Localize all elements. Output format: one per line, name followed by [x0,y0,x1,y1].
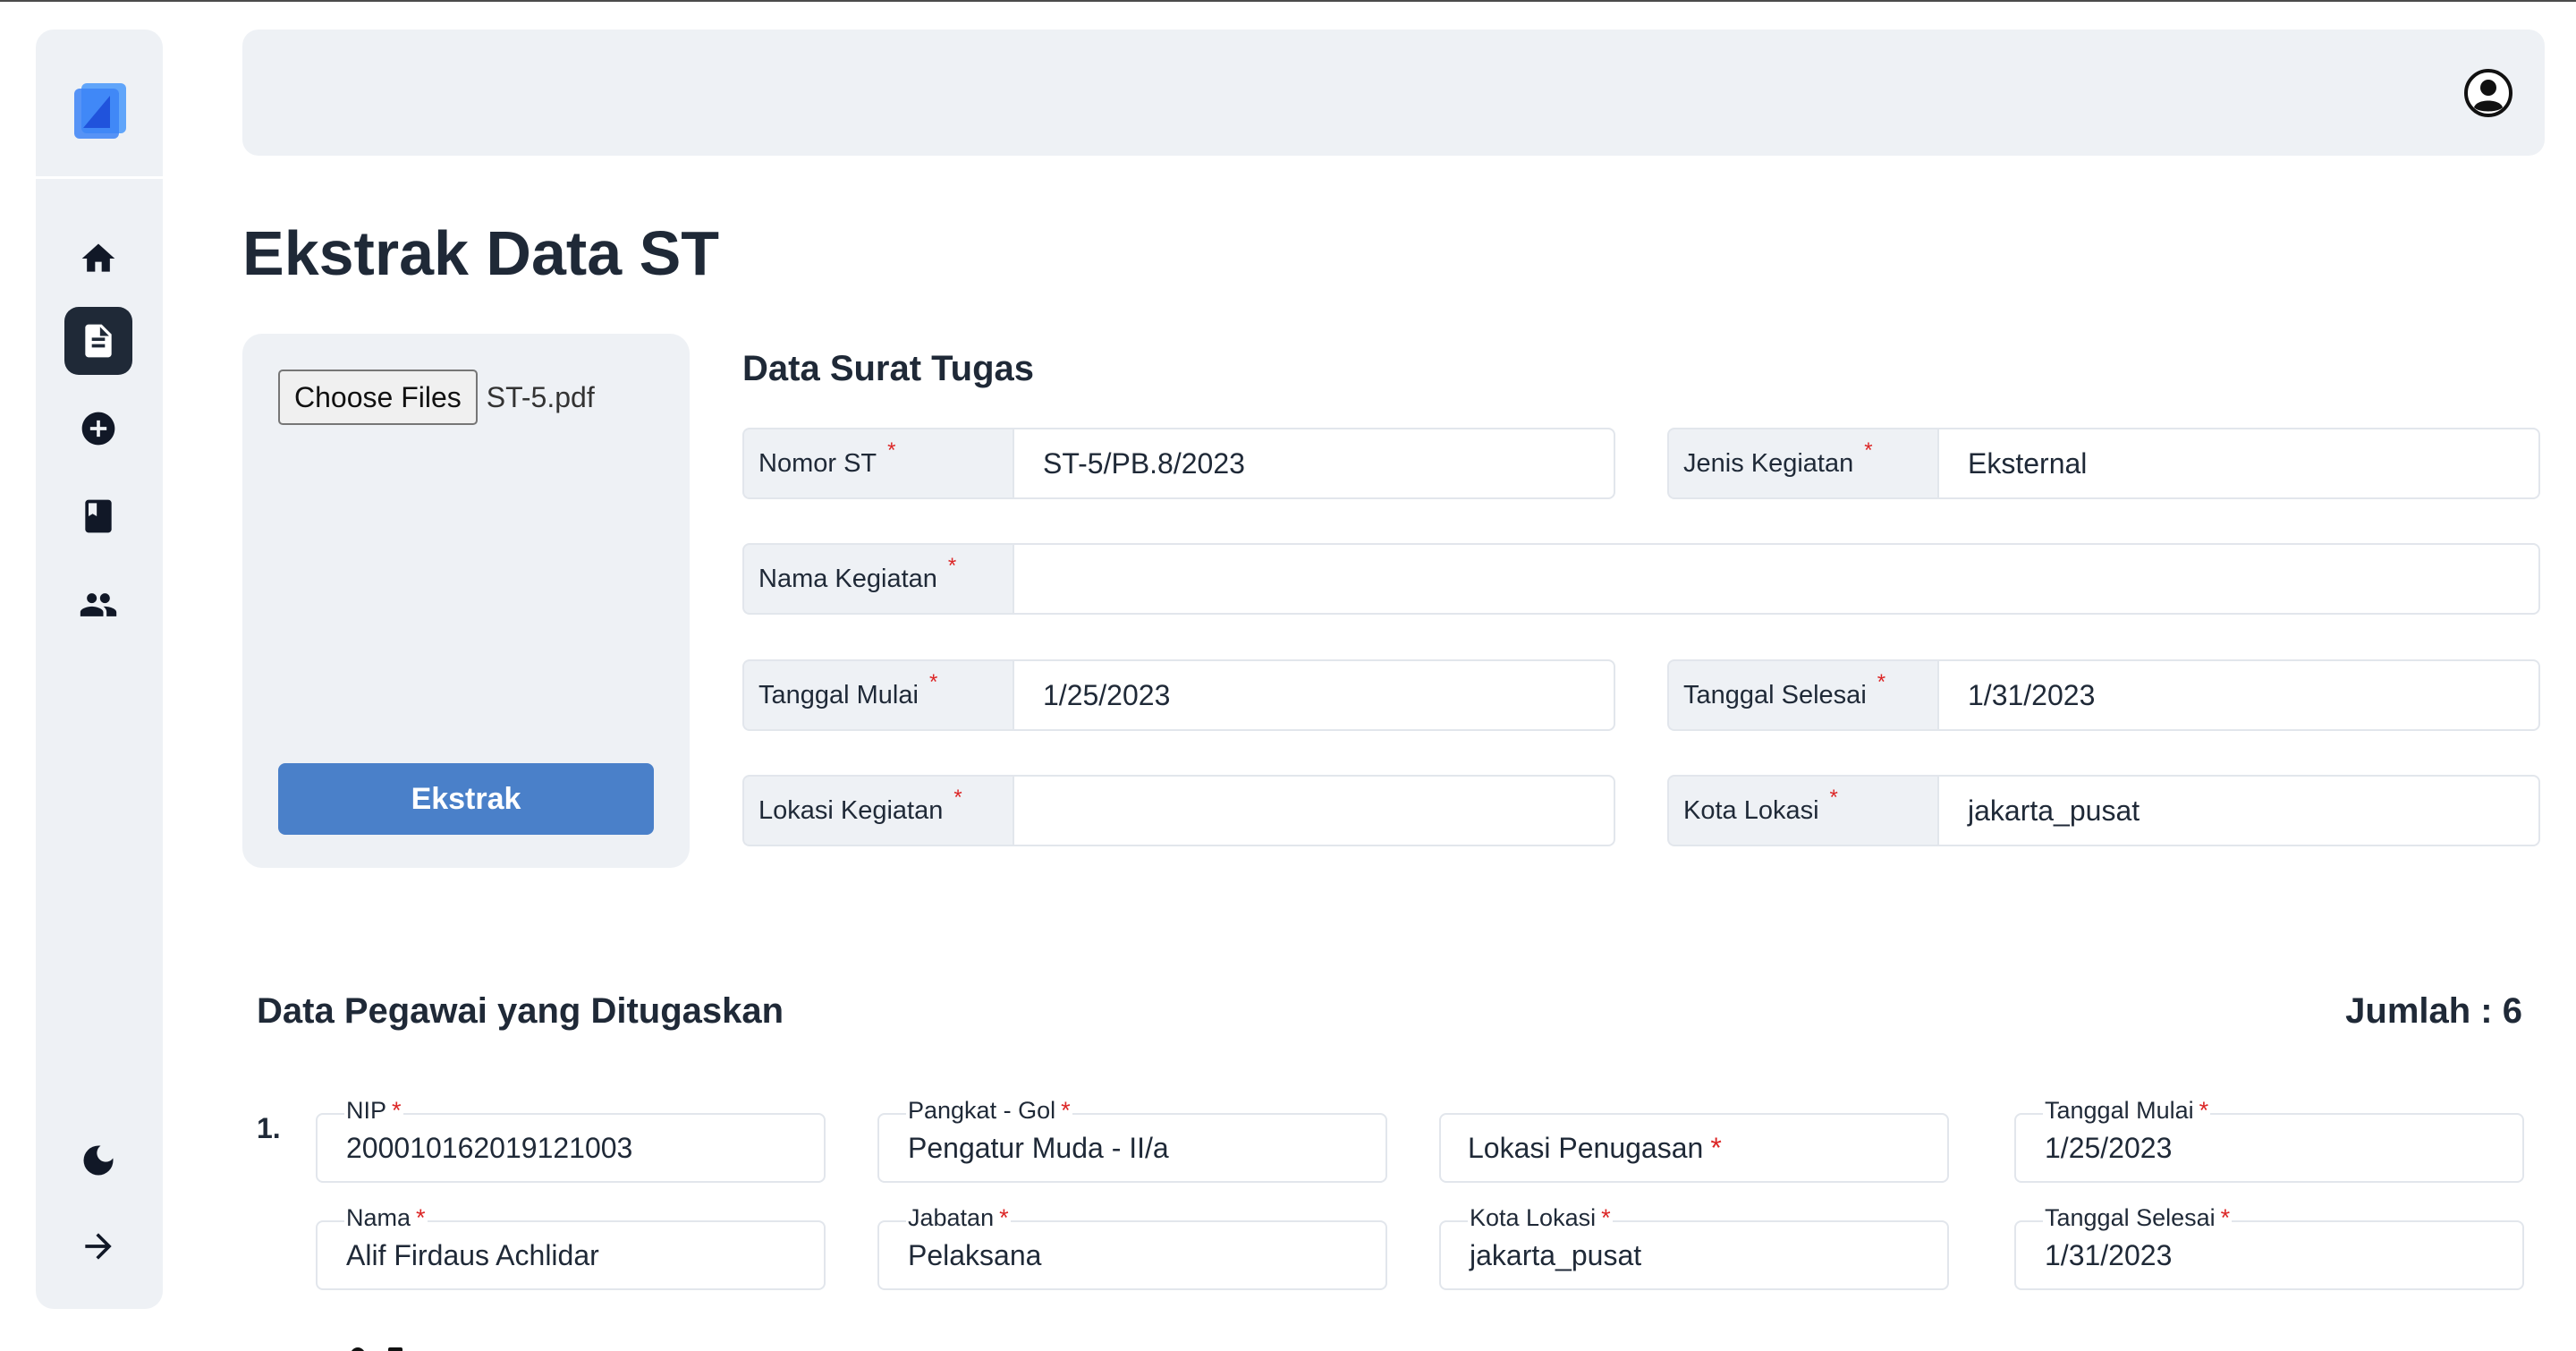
pegawai-count: Jumlah : 6 [2345,991,2522,1031]
lokasi-kegiatan-input[interactable] [1013,775,1615,846]
pangkat-field[interactable]: Pangkat - Gol * Pengatur Muda - II/a [877,1095,1387,1183]
people-icon [80,593,117,616]
required-mark: * [928,670,938,694]
lokasi-penugasan-placeholder: Lokasi Penugasan [1468,1131,1704,1164]
nama-field[interactable]: Nama * Alif Firdaus Achlidar [316,1202,826,1290]
app-logo[interactable] [69,76,131,139]
book-icon [85,499,112,533]
nama-kegiatan-input[interactable] [1013,543,2540,615]
pegawai-kota-lokasi-field[interactable]: Kota Lokasi * jakarta_pusat [1439,1202,1949,1290]
home-icon [81,243,115,272]
file-input[interactable]: Choose Files ST-5.pdf [278,370,595,425]
jenis-kegiatan-field: Jenis Kegiatan * Eksternal [1667,428,2540,499]
tanggal-selesai-label: Tanggal Selesai [1683,680,1867,709]
tanggal-selesai-field: Tanggal Selesai * 1/31/2023 [1667,659,2540,731]
required-mark: * [1710,1131,1722,1164]
pangkat-input[interactable]: Pengatur Muda - II/a [908,1115,1169,1181]
pegawai-kota-lokasi-input[interactable]: jakarta_pusat [1470,1222,1641,1288]
pegawai-title: Data Pegawai yang Ditugaskan [257,991,784,1031]
required-mark: * [953,786,962,810]
pegawai-tanggal-mulai-input[interactable]: 1/25/2023 [2045,1115,2172,1181]
document-icon [85,324,112,358]
sidebar-item-people[interactable] [64,571,132,639]
kota-lokasi-label: Kota Lokasi [1683,795,1819,825]
ekstrak-button[interactable]: Ekstrak [278,763,654,835]
sidebar-expand-button[interactable] [64,1212,132,1280]
lokasi-kegiatan-label: Lokasi Kegiatan [758,795,944,825]
tanggal-mulai-field: Tanggal Mulai * 1/25/2023 [742,659,1615,731]
choose-files-button[interactable]: Choose Files [278,370,478,425]
nomor-st-label: Nomor ST [758,448,877,478]
jabatan-input[interactable]: Pelaksana [908,1222,1041,1288]
sidebar [36,30,163,1309]
required-mark: * [947,554,957,578]
sidebar-item-home[interactable] [64,225,132,293]
lokasi-penugasan-field[interactable]: Lokasi Penugasan * [1439,1113,1949,1183]
tanggal-mulai-input[interactable]: 1/25/2023 [1013,659,1615,731]
required-mark: * [1877,670,1886,694]
logo-area [36,30,163,179]
required-mark: * [1864,438,1873,463]
tanggal-selesai-input[interactable]: 1/31/2023 [1937,659,2540,731]
user-menu-button[interactable] [2453,58,2523,128]
nama-kegiatan-label: Nama Kegiatan [758,564,937,593]
page-title: Ekstrak Data ST [242,218,720,288]
required-mark: * [2220,1204,2231,1231]
window-top-border [0,0,2576,2]
sidebar-item-book[interactable] [64,482,132,550]
jenis-kegiatan-label: Jenis Kegiatan [1683,448,1854,478]
selected-file-name: ST-5.pdf [486,380,595,413]
pegawai-tanggal-selesai-input[interactable]: 1/31/2023 [2045,1222,2172,1288]
tanggal-mulai-label: Tanggal Mulai [758,680,919,709]
arrow-right-icon [85,1233,112,1260]
jenis-kegiatan-select[interactable]: Eksternal [1937,428,2540,499]
pegawai-tanggal-mulai-field[interactable]: Tanggal Mulai * 1/25/2023 [2014,1095,2524,1183]
required-mark: * [887,438,896,463]
nama-kegiatan-field: Nama Kegiatan * [742,543,2540,615]
nip-field[interactable]: NIP * 200010162019121003 [316,1095,826,1183]
moon-icon [83,1145,114,1176]
lokasi-kegiatan-field: Lokasi Kegiatan * [742,775,1615,846]
jabatan-field[interactable]: Jabatan * Pelaksana [877,1202,1387,1290]
nama-input[interactable]: Alif Firdaus Achlidar [346,1222,599,1288]
nip-input[interactable]: 200010162019121003 [346,1115,632,1181]
required-mark: * [1829,786,1838,810]
kota-lokasi-field: Kota Lokasi * jakarta_pusat [1667,775,2540,846]
required-mark: * [2199,1097,2209,1124]
lokasi-penugasan-input[interactable]: Lokasi Penugasan * [1468,1115,1722,1181]
sidebar-item-ekstrak[interactable] [64,307,132,375]
pegawai-tanggal-selesai-field[interactable]: Tanggal Selesai * 1/31/2023 [2014,1202,2524,1290]
user-avatar-icon [2464,69,2512,117]
dark-mode-toggle[interactable] [64,1126,132,1194]
top-header [242,30,2545,156]
nomor-st-input[interactable]: ST-5/PB.8/2023 [1013,428,1615,499]
row-actions-icons[interactable] [340,1342,411,1351]
sidebar-item-add[interactable] [64,395,132,463]
kota-lokasi-input[interactable]: jakarta_pusat [1937,775,2540,846]
upload-panel: Choose Files ST-5.pdf Ekstrak [242,334,690,868]
pegawai-row-number: 1. [257,1112,281,1144]
add-circle-icon [81,412,115,446]
nomor-st-field: Nomor ST * ST-5/PB.8/2023 [742,428,1615,499]
surat-tugas-title: Data Surat Tugas [742,349,1034,388]
